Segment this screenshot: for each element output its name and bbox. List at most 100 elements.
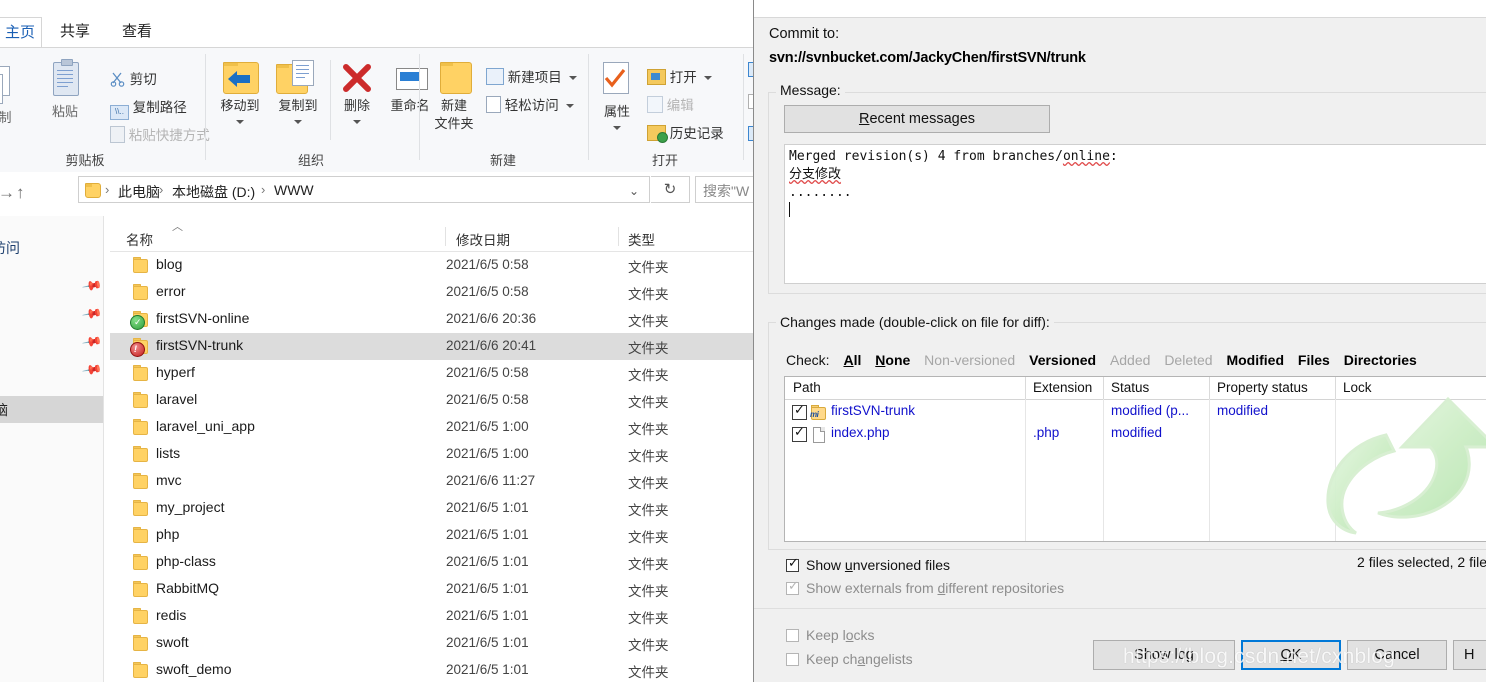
breadcrumb-separator-1: › bbox=[159, 182, 164, 197]
check-none-link[interactable]: None bbox=[875, 352, 910, 368]
folder-icon bbox=[132, 284, 148, 300]
column-divider-2[interactable] bbox=[618, 227, 619, 246]
show-log-button[interactable]: Show log bbox=[1093, 640, 1235, 670]
commit-message-textarea[interactable]: Merged revision(s) 4 from branches/onlin… bbox=[784, 144, 1486, 284]
open-button[interactable]: 打开 bbox=[647, 66, 712, 86]
file-row[interactable]: php 2021/6/5 1:01 文件夹 bbox=[110, 522, 753, 549]
properties-caret-icon[interactable] bbox=[613, 126, 621, 130]
file-row[interactable]: blog 2021/6/5 0:58 文件夹 bbox=[110, 252, 753, 279]
breadcrumb-local-disk[interactable]: 本地磁盘 (D:) bbox=[172, 182, 255, 202]
search-placeholder: 搜索"W bbox=[703, 183, 750, 199]
search-input[interactable]: 搜索"W bbox=[695, 176, 753, 203]
lv-column-property-status[interactable]: Property status bbox=[1217, 380, 1308, 395]
file-row[interactable]: laravel 2021/6/5 0:58 文件夹 bbox=[110, 387, 753, 414]
changes-list-header: Path Extension Status Property status Lo… bbox=[785, 377, 1486, 400]
changes-row-1[interactable]: ✓ index.php .php modified bbox=[785, 423, 1486, 445]
file-name: swoft_demo bbox=[156, 661, 232, 677]
column-header-type[interactable]: 类型 bbox=[628, 229, 655, 249]
lv-divider-3[interactable] bbox=[1209, 377, 1210, 399]
file-type: 文件夹 bbox=[628, 611, 669, 626]
tab-home[interactable]: 主页 bbox=[0, 17, 42, 47]
up-button[interactable]: ↑ bbox=[16, 183, 25, 203]
column-header-date[interactable]: 修改日期 bbox=[456, 229, 510, 249]
changes-row-0[interactable]: ✓ mi firstSVN-trunk modified (p... modif… bbox=[785, 401, 1486, 423]
file-row[interactable]: swoft 2021/6/5 1:01 文件夹 bbox=[110, 630, 753, 657]
explorer-title-bar bbox=[0, 0, 753, 18]
lv-divider-1[interactable] bbox=[1025, 377, 1026, 399]
new-item-caret-icon[interactable] bbox=[568, 76, 577, 81]
cancel-button[interactable]: Cancel bbox=[1347, 640, 1447, 670]
file-row[interactable]: hyperf 2021/6/5 0:58 文件夹 bbox=[110, 360, 753, 387]
address-bar[interactable]: › 此电脑 › 本地磁盘 (D:) › WWW ⌄ bbox=[78, 176, 650, 203]
file-row[interactable]: php-class 2021/6/5 1:01 文件夹 bbox=[110, 549, 753, 576]
forward-button[interactable]: → bbox=[0, 183, 15, 203]
lv-divider-2[interactable] bbox=[1103, 377, 1104, 399]
new-item-button[interactable]: 新建项目 bbox=[486, 66, 577, 86]
tab-share[interactable]: 共享 bbox=[48, 17, 102, 47]
folder-icon bbox=[132, 581, 148, 597]
recent-messages-button[interactable]: Recent messages bbox=[784, 105, 1050, 133]
folder-icon bbox=[132, 419, 148, 435]
folder-icon bbox=[132, 500, 148, 516]
column-divider-1[interactable] bbox=[445, 227, 446, 246]
breadcrumb-this-pc[interactable]: 此电脑 bbox=[118, 182, 160, 202]
file-row[interactable]: lists 2021/6/5 1:00 文件夹 bbox=[110, 441, 753, 468]
pin-icon-4: 📌 bbox=[81, 358, 104, 381]
nav-item-this-pc[interactable]: 脑 bbox=[0, 396, 103, 423]
show-unversioned-checkbox[interactable]: ✓ bbox=[786, 556, 799, 572]
file-date: 2021/6/5 1:00 bbox=[446, 419, 529, 434]
folder-icon bbox=[132, 473, 148, 489]
lv-column-path[interactable]: Path bbox=[793, 380, 821, 395]
row-checkbox-1[interactable]: ✓ bbox=[792, 425, 807, 442]
keep-locks-label: Keep locks bbox=[806, 627, 875, 643]
cut-button[interactable]: 剪切 bbox=[110, 68, 157, 88]
check-files-link[interactable]: Files bbox=[1298, 352, 1330, 368]
file-date: 2021/6/5 1:01 bbox=[446, 581, 529, 596]
folder-icon bbox=[132, 392, 148, 408]
file-row[interactable]: error 2021/6/5 0:58 文件夹 bbox=[110, 279, 753, 306]
check-directories-link[interactable]: Directories bbox=[1344, 352, 1417, 368]
row-checkbox-0[interactable]: ✓ bbox=[792, 403, 807, 420]
ribbon-separator-organize bbox=[330, 60, 331, 140]
refresh-button[interactable]: ↻ bbox=[651, 176, 690, 203]
lv-column-lock[interactable]: Lock bbox=[1343, 380, 1372, 395]
check-modified-link[interactable]: Modified bbox=[1226, 352, 1284, 368]
easy-access-caret-icon[interactable] bbox=[565, 104, 574, 109]
history-button[interactable]: 历史记录 bbox=[647, 122, 724, 143]
file-row[interactable]: redis 2021/6/5 1:01 文件夹 bbox=[110, 603, 753, 630]
file-list[interactable]: blog 2021/6/5 0:58 文件夹 error 2021/6/5 0:58 文件… bbox=[110, 252, 753, 682]
delete-caret-icon[interactable] bbox=[353, 120, 361, 124]
copy-path-button[interactable]: \\.. 复制路径 bbox=[110, 96, 187, 120]
breadcrumb-www[interactable]: WWW bbox=[274, 182, 314, 198]
changes-list-view[interactable]: Path Extension Status Property status Lo… bbox=[784, 376, 1486, 542]
file-row[interactable]: ! firstSVN-trunk 2021/6/6 20:41 文件夹 bbox=[110, 333, 753, 360]
check-all-link[interactable]: All bbox=[843, 352, 861, 368]
ribbon-group-label-organize: 组织 bbox=[297, 153, 324, 168]
file-row[interactable]: laravel_uni_app 2021/6/5 1:00 文件夹 bbox=[110, 414, 753, 441]
left-arrow-icon bbox=[228, 71, 250, 87]
file-row[interactable]: swoft_demo 2021/6/5 1:01 文件夹 bbox=[110, 657, 753, 682]
pin-icon-2: 📌 bbox=[81, 302, 104, 325]
file-row[interactable]: RabbitMQ 2021/6/5 1:01 文件夹 bbox=[110, 576, 753, 603]
file-date: 2021/6/6 11:27 bbox=[446, 473, 536, 488]
file-row[interactable]: mvc 2021/6/6 11:27 文件夹 bbox=[110, 468, 753, 495]
open-caret-icon[interactable] bbox=[703, 76, 712, 81]
column-header-name[interactable]: 名称 bbox=[126, 229, 153, 249]
copy-to-caret-icon[interactable] bbox=[294, 120, 302, 124]
address-history-chevron-icon[interactable]: ⌄ bbox=[629, 184, 639, 198]
lv-column-extension[interactable]: Extension bbox=[1033, 380, 1092, 395]
file-row[interactable]: ✓ firstSVN-online 2021/6/6 20:36 文件夹 bbox=[110, 306, 753, 333]
check-versioned-link[interactable]: Versioned bbox=[1029, 352, 1096, 368]
file-date: 2021/6/6 20:36 bbox=[446, 311, 537, 326]
lv-column-status[interactable]: Status bbox=[1111, 380, 1149, 395]
help-button[interactable]: H bbox=[1453, 640, 1486, 670]
file-type: 文件夹 bbox=[628, 260, 669, 275]
move-to-caret-icon[interactable] bbox=[236, 120, 244, 124]
lv-divider-4[interactable] bbox=[1335, 377, 1336, 399]
ribbon-group-open: 属性 打开 编辑 历史记录 打开 bbox=[589, 48, 741, 173]
tab-view[interactable]: 查看 bbox=[110, 17, 164, 47]
pin-icon-1: 📌 bbox=[81, 274, 104, 297]
file-row[interactable]: my_project 2021/6/5 1:01 文件夹 bbox=[110, 495, 753, 522]
ok-button[interactable]: OK bbox=[1241, 640, 1341, 670]
easy-access-button[interactable]: 轻松访问 bbox=[486, 94, 574, 114]
